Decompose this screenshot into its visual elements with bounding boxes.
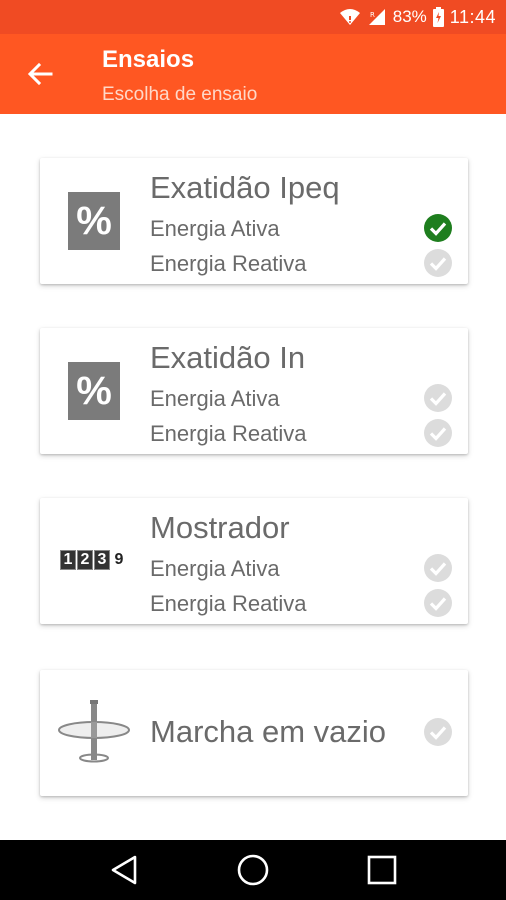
check-circle-inactive-icon bbox=[424, 384, 452, 412]
circle-home-icon bbox=[237, 854, 269, 886]
check-circle-active-icon bbox=[424, 214, 452, 242]
page-subtitle: Escolha de ensaio bbox=[102, 84, 258, 105]
percent-icon: % bbox=[68, 362, 120, 420]
card-title: Exatidão Ipeq bbox=[150, 170, 340, 205]
app-bar: Ensaios Escolha de ensaio bbox=[0, 34, 506, 114]
card-line-energia-reativa[interactable]: Energia Reativa bbox=[150, 251, 307, 277]
counter-digit: 3 bbox=[94, 550, 110, 570]
card-line-energia-reativa[interactable]: Energia Reativa bbox=[150, 421, 307, 447]
card-exatidao-ipeq[interactable]: % Exatidão Ipeq Energia Ativa Energia Re… bbox=[40, 158, 468, 284]
nav-recents-button[interactable] bbox=[362, 850, 402, 890]
nav-home-button[interactable] bbox=[233, 850, 273, 890]
square-recents-icon bbox=[367, 855, 396, 885]
battery-charging-icon bbox=[432, 7, 444, 27]
card-line-energia-reativa[interactable]: Energia Reativa bbox=[150, 591, 307, 617]
card-title: Marcha em vazio bbox=[150, 714, 387, 749]
card-marcha-em-vazio[interactable]: Marcha em vazio bbox=[40, 670, 468, 796]
nav-back-button[interactable] bbox=[104, 850, 144, 890]
check-circle-inactive-icon bbox=[424, 554, 452, 582]
percent-icon: % bbox=[68, 192, 120, 250]
battery-percent: 83% bbox=[392, 7, 427, 26]
meter-disk-icon bbox=[58, 700, 130, 763]
wifi-icon bbox=[339, 8, 361, 26]
card-title: Mostrador bbox=[150, 510, 290, 545]
counter-digit: 2 bbox=[77, 550, 93, 570]
triangle-back-icon bbox=[112, 855, 137, 885]
page-title: Ensaios bbox=[102, 46, 195, 73]
check-circle-inactive-icon bbox=[424, 419, 452, 447]
signal-icon: R bbox=[367, 8, 387, 26]
card-mostrador[interactable]: 1 2 3 9 Mostrador Energia Ativa Energia … bbox=[40, 498, 468, 624]
back-button[interactable] bbox=[22, 56, 58, 92]
card-line-energia-ativa[interactable]: Energia Ativa bbox=[150, 556, 280, 582]
counter-digit: 1 bbox=[60, 550, 76, 570]
arrow-back-icon bbox=[27, 62, 53, 86]
counter-display-icon: 1 2 3 9 bbox=[60, 550, 127, 570]
status-time: 11:44 bbox=[449, 6, 496, 27]
card-line-energia-ativa[interactable]: Energia Ativa bbox=[150, 386, 280, 412]
svg-text:R: R bbox=[370, 11, 375, 19]
check-circle-inactive-icon bbox=[424, 718, 452, 746]
check-circle-inactive-icon bbox=[424, 249, 452, 277]
check-circle-inactive-icon bbox=[424, 589, 452, 617]
card-title: Exatidão In bbox=[150, 340, 306, 375]
card-line-energia-ativa[interactable]: Energia Ativa bbox=[150, 216, 280, 242]
card-exatidao-in[interactable]: % Exatidão In Energia Ativa Energia Reat… bbox=[40, 328, 468, 454]
system-nav-bar bbox=[0, 840, 506, 900]
status-bar: R 83% 11:44 bbox=[0, 0, 506, 34]
counter-digit: 9 bbox=[111, 550, 127, 570]
